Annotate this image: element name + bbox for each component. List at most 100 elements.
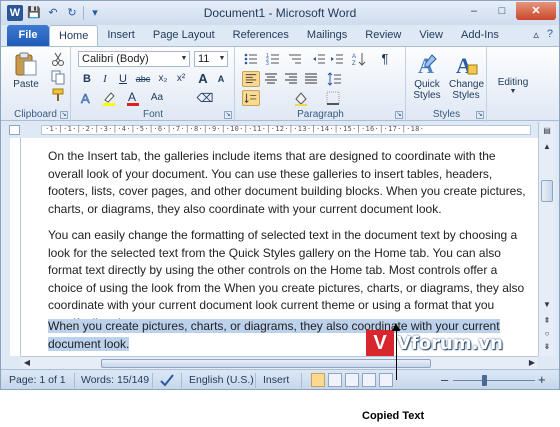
align-right-icon[interactable] xyxy=(282,71,300,87)
draft-view-button[interactable] xyxy=(379,373,393,387)
format-painter-icon[interactable] xyxy=(49,87,67,103)
maximize-button[interactable]: □ xyxy=(488,2,516,20)
previous-page-icon[interactable]: ⇞ xyxy=(540,314,554,328)
bold-button[interactable]: B xyxy=(78,71,96,87)
paste-button[interactable]: Paste xyxy=(9,51,43,90)
svg-text:Z: Z xyxy=(352,61,356,67)
quick-styles-button[interactable]: A Quick Styles xyxy=(409,51,445,101)
align-left-icon[interactable] xyxy=(242,71,260,87)
italic-button[interactable]: I xyxy=(96,71,114,87)
align-center-icon[interactable] xyxy=(262,71,280,87)
tab-references[interactable]: References xyxy=(224,25,298,46)
styles-launcher-icon[interactable]: ↘ xyxy=(476,111,484,119)
next-page-icon[interactable]: ⇟ xyxy=(540,340,554,354)
page-count[interactable]: Page: 1 of 1 xyxy=(9,374,66,386)
tab-add-ins[interactable]: Add-Ins xyxy=(452,25,508,46)
styles-group-label: Styles xyxy=(432,109,461,120)
highlight-icon[interactable] xyxy=(100,90,118,106)
window-controls: – □ ✕ xyxy=(460,2,556,20)
shrink-font-button[interactable]: A xyxy=(212,71,230,87)
status-separator xyxy=(152,373,153,388)
numbering-icon[interactable]: 123 xyxy=(264,51,282,67)
paragraph-1[interactable]: On the Insert tab, the galleries include… xyxy=(48,148,528,218)
decrease-indent-icon[interactable] xyxy=(310,51,328,67)
title-bar: W 💾 ↶ ↻ ▾ Document1 - Microsoft Word – □… xyxy=(1,1,559,25)
paragraph-launcher-icon[interactable]: ↘ xyxy=(395,111,403,119)
web-layout-view-button[interactable] xyxy=(345,373,359,387)
tab-home[interactable]: Home xyxy=(49,25,99,46)
clipboard-launcher-icon[interactable]: ↘ xyxy=(60,111,68,119)
tab-file[interactable]: File xyxy=(7,25,49,46)
line-spacing-icon[interactable] xyxy=(326,71,344,87)
copy-icon[interactable] xyxy=(49,69,67,85)
show-formatting-button[interactable]: ¶ xyxy=(376,51,394,67)
tab-page-layout[interactable]: Page Layout xyxy=(144,25,224,46)
insert-mode-indicator[interactable]: Insert xyxy=(263,374,289,386)
word-count[interactable]: Words: 15/149 xyxy=(81,374,149,386)
paragraph-2[interactable]: You can easily change the formatting of … xyxy=(48,227,528,332)
vertical-scrollbar[interactable]: ▤ ▲ ▼ ⇞ ○ ⇟ xyxy=(538,122,555,356)
tab-view[interactable]: View xyxy=(410,25,452,46)
tab-selector-icon[interactable] xyxy=(9,125,20,135)
horizontal-ruler[interactable]: ·1·│·1·│·2·│·3·│·4·│·5·│·6·│·7·│·8·│·9·│… xyxy=(1,122,559,137)
underline-button[interactable]: U xyxy=(114,71,132,87)
outline-view-button[interactable] xyxy=(362,373,376,387)
text-effects-icon[interactable]: A xyxy=(78,90,96,106)
scroll-down-icon[interactable]: ▼ xyxy=(540,298,554,312)
minimize-button[interactable]: – xyxy=(460,2,488,20)
close-button[interactable]: ✕ xyxy=(516,2,556,20)
chevron-down-icon[interactable]: ▼ xyxy=(179,52,189,66)
ruler-toggle-icon[interactable]: ▤ xyxy=(540,124,554,138)
scroll-up-icon[interactable]: ▲ xyxy=(540,140,554,154)
zoom-slider[interactable] xyxy=(453,380,535,381)
scroll-right-icon[interactable]: ▶ xyxy=(526,357,538,369)
zoom-slider-thumb[interactable] xyxy=(482,375,487,386)
tab-mailings[interactable]: Mailings xyxy=(298,25,356,46)
bullets-icon[interactable] xyxy=(242,51,260,67)
superscript-button[interactable]: x² xyxy=(172,71,190,87)
ruler-ticks: ·1·│·1·│·2·│·3·│·4·│·5·│·6·│·7·│·8·│·9·│… xyxy=(45,125,425,133)
font-size-value: 11 xyxy=(198,53,210,65)
quick-styles-icon: A xyxy=(418,53,437,77)
callout-label: Copied Text xyxy=(362,410,425,422)
clear-formatting-icon[interactable]: ⌫ xyxy=(196,90,214,106)
proofing-icon[interactable] xyxy=(159,373,175,387)
horizontal-scroll-thumb[interactable] xyxy=(101,359,431,368)
font-name-combo[interactable]: Calibri (Body) ▼ xyxy=(78,51,190,67)
font-group: Calibri (Body) ▼ 11 ▼ B I U abc x₂ x² A … xyxy=(72,47,235,122)
font-size-combo[interactable]: 11 ▼ xyxy=(194,51,228,67)
scroll-left-icon[interactable]: ◀ xyxy=(21,357,33,369)
full-screen-reading-view-button[interactable] xyxy=(328,373,342,387)
help-icon[interactable]: ? xyxy=(547,28,553,41)
font-color-icon[interactable]: A xyxy=(124,90,142,106)
browse-object-icon[interactable]: ○ xyxy=(540,327,554,341)
increase-indent-icon[interactable] xyxy=(328,51,346,67)
change-case-button[interactable]: Aa xyxy=(148,90,166,106)
multilevel-list-icon[interactable] xyxy=(286,51,304,67)
subscript-button[interactable]: x₂ xyxy=(154,71,172,87)
justify-icon[interactable] xyxy=(302,71,320,87)
horizontal-scrollbar[interactable]: ◀ ▶ xyxy=(21,356,538,369)
grow-font-button[interactable]: A xyxy=(194,71,212,87)
ribbon-tabs: File Home Insert Page Layout References … xyxy=(1,25,559,46)
cut-icon[interactable] xyxy=(49,51,67,67)
language-indicator[interactable]: English (U.S.) xyxy=(189,374,254,386)
editing-button[interactable]: Editing ▼ xyxy=(490,77,536,95)
minimize-ribbon-icon[interactable]: ▵ xyxy=(533,28,539,41)
vertical-scroll-thumb[interactable] xyxy=(541,180,553,202)
zoom-out-button[interactable]: – xyxy=(441,372,448,387)
sort-icon[interactable]: AZ xyxy=(350,51,368,67)
strikethrough-button[interactable]: abc xyxy=(134,71,152,87)
shading-icon[interactable] xyxy=(292,90,310,106)
borders-icon[interactable] xyxy=(324,90,342,106)
zoom-in-button[interactable]: + xyxy=(538,372,546,387)
change-styles-button[interactable]: A Change Styles xyxy=(447,51,485,101)
chevron-down-icon[interactable]: ▼ xyxy=(217,52,227,66)
print-layout-view-button[interactable] xyxy=(311,373,325,387)
font-launcher-icon[interactable]: ↘ xyxy=(224,111,232,119)
tab-insert[interactable]: Insert xyxy=(98,25,144,46)
document-page[interactable]: On the Insert tab, the galleries include… xyxy=(21,138,538,356)
editing-label: Editing xyxy=(497,77,529,88)
text-direction-icon[interactable] xyxy=(242,90,260,106)
tab-review[interactable]: Review xyxy=(356,25,410,46)
